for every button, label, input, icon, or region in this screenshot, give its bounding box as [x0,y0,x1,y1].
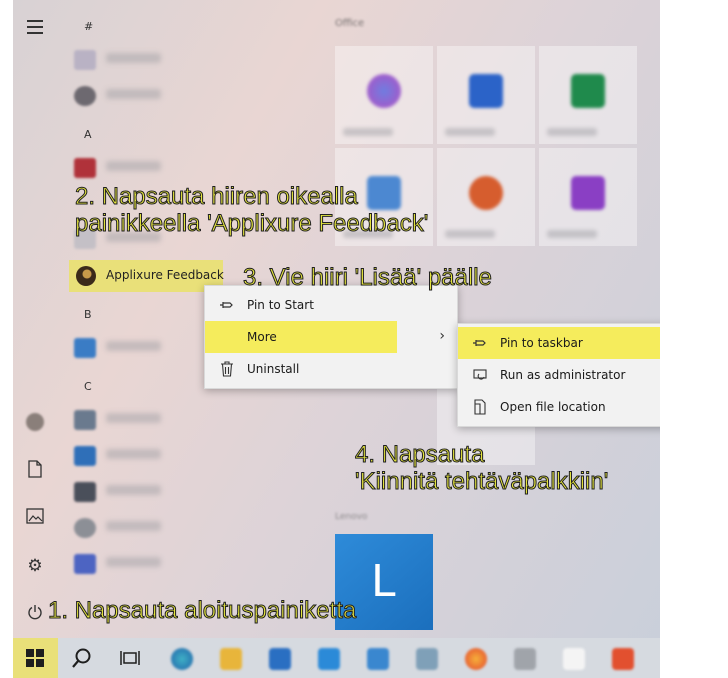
tile-word[interactable] [437,46,535,144]
list-item[interactable] [74,479,304,505]
menu-item-label: Open file location [500,400,606,414]
tile-office[interactable] [335,46,433,144]
menu-item-run-as-admin[interactable]: Run as administrator [458,359,660,391]
list-item[interactable] [74,83,304,109]
callout-step-1: 1. Napsauta aloituspainiketta [47,597,357,625]
shield-icon [472,367,488,383]
desktop-screen: ⚙ # A B C Office Lenovo L Applixure Feed… [13,0,660,678]
firefox-icon[interactable] [465,648,487,670]
letter-header[interactable]: # [84,20,93,33]
callout-text: 'Kiinnitä tehtäväpalkkiin' [354,467,609,495]
letter-header[interactable]: C [84,380,92,393]
list-item[interactable] [74,155,304,181]
app-icon[interactable] [612,648,634,670]
list-item[interactable] [74,551,304,577]
settings-gear-icon[interactable]: ⚙ [25,556,45,576]
menu-item-label: Uninstall [247,362,300,376]
documents-icon[interactable] [25,460,45,480]
tile-excel[interactable] [539,46,637,144]
menu-item-open-file-location[interactable]: Open file location [458,391,660,423]
callout-text: 4. Napsauta [354,441,485,469]
lync-icon[interactable] [318,648,340,670]
letter-l-icon: L [371,556,396,607]
list-item[interactable] [74,443,304,469]
pictures-icon[interactable] [25,508,45,528]
mail-icon[interactable] [269,648,291,670]
callout-text: painikkeella 'Applixure Feedback' [74,209,429,237]
power-icon[interactable] [25,604,45,624]
notepad-icon[interactable] [563,648,585,670]
pin-icon [472,335,488,351]
applixure-feedback-label: Applixure Feedback [106,268,224,282]
hamburger-icon[interactable] [25,16,45,36]
list-item[interactable] [74,407,304,433]
windows-logo-icon [26,649,44,667]
callout-step-4: 4. Napsauta 'Kiinnitä tehtäväpalkkiin' [354,441,609,496]
file-explorer-icon[interactable] [220,648,242,670]
tile-group-header: Office [335,18,365,29]
menu-item-uninstall[interactable]: Uninstall [205,353,457,385]
menu-item-pin-to-start[interactable]: Pin to Start [205,289,457,321]
task-view-icon[interactable] [120,648,140,672]
outlook-icon[interactable] [367,648,389,670]
folder-icon [472,399,488,415]
edge-icon[interactable] [171,648,193,670]
context-submenu: Pin to taskbar Run as administrator Open… [457,323,660,427]
menu-item-label: Pin to Start [247,298,314,312]
tile-group-header: Lenovo [335,512,368,522]
callout-text: 2. Napsauta hiiren oikealla [74,183,358,211]
tile-powerpoint[interactable] [437,148,535,246]
trash-icon [219,361,235,377]
applixure-avatar-icon [76,266,96,286]
menu-item-label: More [247,330,277,344]
pin-icon [219,297,235,313]
callout-step-3: 3. Vie hiiri 'Lisää' päälle [243,264,493,292]
menu-item-label: Run as administrator [500,368,626,382]
menu-item-more[interactable]: More [205,321,397,353]
context-menu: Pin to Start More › Uninstall [204,285,458,389]
callout-step-2: 2. Napsauta hiiren oikealla painikkeella… [74,183,429,238]
letter-header[interactable]: A [84,128,92,141]
applixure-feedback-app[interactable]: Applixure Feedback [69,260,224,292]
user-avatar-icon[interactable] [25,412,45,432]
menu-item-label: Pin to taskbar [500,336,583,350]
app-icon[interactable] [514,648,536,670]
search-icon[interactable] [71,647,93,673]
start-button[interactable] [13,638,58,678]
app-icon[interactable] [416,648,438,670]
taskbar [13,638,660,678]
tile-onenote[interactable] [539,148,637,246]
list-item[interactable] [74,515,304,541]
menu-item-pin-to-taskbar[interactable]: Pin to taskbar [458,327,660,359]
start-rail: ⚙ [13,0,58,638]
letter-header[interactable]: B [84,308,92,321]
chevron-right-icon: › [439,328,445,344]
list-item[interactable] [74,47,304,73]
